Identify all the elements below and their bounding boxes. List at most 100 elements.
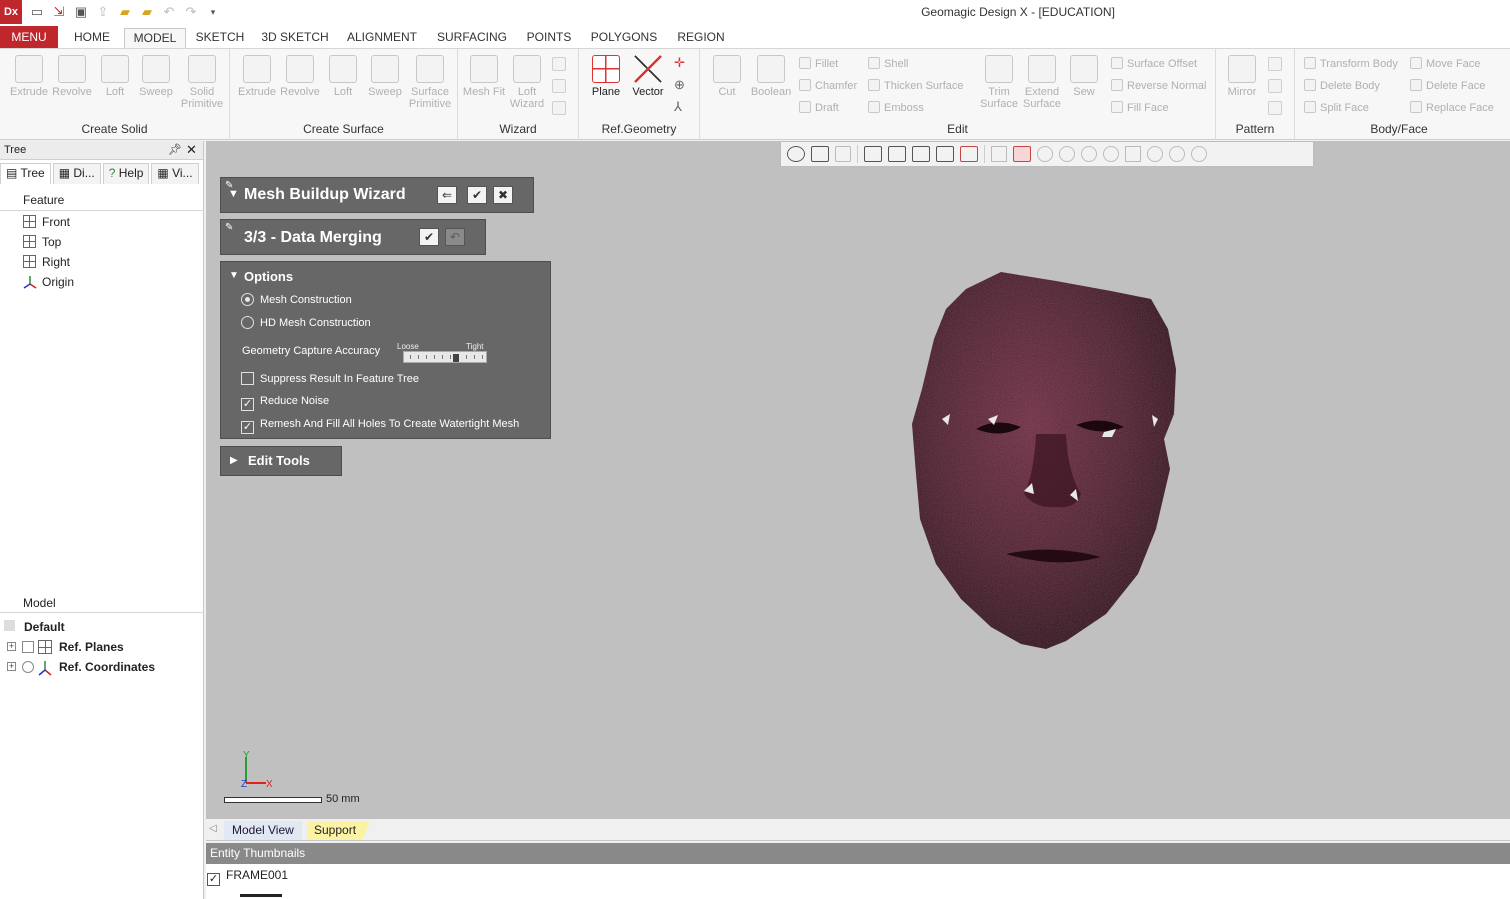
- surface-revolve-button[interactable]: Revolve: [278, 55, 322, 98]
- move-face-button[interactable]: Move Face: [1410, 57, 1480, 70]
- visible-only-icon[interactable]: [1191, 146, 1207, 162]
- mesh-fit-button[interactable]: Mesh Fit: [462, 55, 506, 98]
- surface-extrude-button[interactable]: Extrude: [235, 55, 279, 98]
- step-undo-button[interactable]: ↶: [445, 228, 465, 246]
- surface-select-icon[interactable]: [1147, 146, 1163, 162]
- tab-surfacing[interactable]: SURFACING: [432, 28, 512, 48]
- expand-icon[interactable]: +: [7, 662, 16, 671]
- mesh-construction-radio[interactable]: Mesh Construction: [241, 293, 352, 306]
- tab-menu[interactable]: MENU: [0, 26, 58, 48]
- reduce-noise-checkbox[interactable]: ✓ Reduce Noise: [241, 395, 329, 411]
- tab-model[interactable]: MODEL: [124, 28, 186, 48]
- solid-revolve-button[interactable]: Revolve: [50, 55, 94, 98]
- tab-help[interactable]: ? Help: [102, 163, 150, 184]
- split-view-icon[interactable]: [936, 146, 954, 162]
- tab-polygons[interactable]: POLYGONS: [588, 28, 660, 48]
- pin-icon[interactable]: 📌︎: [168, 143, 182, 156]
- polygon-select-icon[interactable]: [1059, 146, 1075, 162]
- split-face-button[interactable]: Split Face: [1304, 101, 1369, 114]
- solid-sweep-button[interactable]: Sweep: [134, 55, 178, 98]
- face-mesh-model[interactable]: [906, 269, 1196, 659]
- remesh-fill-checkbox[interactable]: ✓ Remesh And Fill All Holes To Create Wat…: [241, 418, 519, 434]
- expand-icon[interactable]: ▶: [230, 455, 238, 466]
- wizard-tool-icon[interactable]: [552, 79, 566, 93]
- surface-primitive-button[interactable]: Surface Primitive: [406, 55, 454, 110]
- tab-view[interactable]: ▦ Vi...: [151, 163, 199, 184]
- cancel-button[interactable]: ✖: [493, 186, 513, 204]
- slider-track[interactable]: [403, 351, 487, 363]
- tab-3d-sketch[interactable]: 3D SKETCH: [256, 28, 334, 48]
- sew-button[interactable]: Sew: [1062, 55, 1106, 98]
- visibility-checkbox[interactable]: [22, 641, 34, 653]
- suppress-result-checkbox[interactable]: Suppress Result In Feature Tree: [241, 372, 419, 385]
- tree-item-right[interactable]: Right: [23, 253, 70, 271]
- radio-unselected[interactable]: [241, 316, 254, 329]
- view-cube-icon[interactable]: [811, 146, 829, 162]
- tab-display[interactable]: ▦ Di...: [52, 163, 101, 184]
- transform-body-button[interactable]: Transform Body: [1304, 57, 1398, 70]
- replace-face-button[interactable]: Replace Face: [1410, 101, 1494, 114]
- close-icon[interactable]: ✕: [186, 142, 197, 158]
- loft-wizard-button[interactable]: Loft Wizard: [505, 55, 549, 110]
- thicken-surface-button[interactable]: Thicken Surface: [868, 79, 963, 92]
- line-select-icon[interactable]: [991, 146, 1007, 162]
- fill-face-button[interactable]: Fill Face: [1111, 101, 1169, 114]
- 3d-viewport[interactable]: ✎ ▼ Mesh Buildup Wizard ⇐ ✔ ✖ ✎ 3/3 - Da…: [206, 141, 1510, 819]
- tab-model-view[interactable]: Model View: [224, 821, 302, 840]
- tab-support[interactable]: Support: [307, 821, 371, 840]
- thumbnail-preview[interactable]: [240, 894, 282, 897]
- emboss-button[interactable]: Emboss: [868, 101, 924, 114]
- curve-pattern-icon[interactable]: [1268, 101, 1282, 115]
- slider-thumb[interactable]: [453, 354, 459, 362]
- expand-icon[interactable]: +: [7, 642, 16, 651]
- model-item-ref-planes[interactable]: + Ref. Planes: [0, 637, 204, 657]
- checkbox-unchecked[interactable]: [241, 372, 254, 385]
- circle-select-icon[interactable]: [1037, 146, 1053, 162]
- thumbnail-item[interactable]: ✓ FRAME001: [206, 868, 288, 886]
- tab-points[interactable]: POINTS: [522, 28, 576, 48]
- checkbox-checked[interactable]: ✓: [241, 398, 254, 411]
- flood-select-icon[interactable]: [1169, 146, 1185, 162]
- collapse-icon[interactable]: ▼: [228, 188, 239, 200]
- model-default[interactable]: Default: [0, 617, 204, 637]
- scroll-left-icon[interactable]: ◁: [209, 823, 217, 834]
- pin-icon[interactable]: ✎: [225, 222, 233, 233]
- linear-pattern-icon[interactable]: [1268, 57, 1282, 71]
- fillet-button[interactable]: Fillet: [799, 57, 838, 70]
- align-view-icon[interactable]: [960, 146, 978, 162]
- wizard-tool-icon[interactable]: [552, 101, 566, 115]
- step-ok-button[interactable]: ✔: [419, 228, 439, 246]
- normal-view-icon[interactable]: [912, 146, 930, 162]
- cut-button[interactable]: Cut: [705, 55, 749, 98]
- delete-body-button[interactable]: Delete Body: [1304, 79, 1380, 92]
- shading-icon[interactable]: [835, 146, 851, 162]
- solid-extrude-button[interactable]: Extrude: [7, 55, 51, 98]
- solid-loft-button[interactable]: Loft: [93, 55, 137, 98]
- front-view-icon[interactable]: [864, 146, 882, 162]
- tab-alignment[interactable]: ALIGNMENT: [342, 28, 422, 48]
- surface-sweep-button[interactable]: Sweep: [363, 55, 407, 98]
- shell-button[interactable]: Shell: [868, 57, 908, 70]
- hd-mesh-construction-radio[interactable]: HD Mesh Construction: [241, 316, 371, 329]
- delete-face-button[interactable]: Delete Face: [1410, 79, 1485, 92]
- paint-select-icon[interactable]: [1103, 146, 1119, 162]
- tab-home[interactable]: HOME: [64, 28, 120, 48]
- vector-button[interactable]: Vector: [626, 55, 670, 98]
- boolean-button[interactable]: Boolean: [749, 55, 793, 98]
- axis-icon[interactable]: ⅄: [674, 99, 682, 115]
- edit-tools-panel[interactable]: ▶ Edit Tools: [220, 446, 342, 476]
- ok-button[interactable]: ✔: [467, 186, 487, 204]
- collapse-icon[interactable]: ▼: [229, 270, 239, 281]
- chamfer-button[interactable]: Chamfer: [799, 79, 857, 92]
- surface-loft-button[interactable]: Loft: [321, 55, 365, 98]
- model-item-ref-coordinates[interactable]: + Ref. Coordinates: [0, 657, 204, 677]
- reverse-normal-button[interactable]: Reverse Normal: [1111, 79, 1206, 92]
- section-view-icon[interactable]: [888, 146, 906, 162]
- tab-tree[interactable]: ▤ Tree: [0, 163, 51, 184]
- lasso-select-icon[interactable]: [1081, 146, 1097, 162]
- radio-selected[interactable]: [241, 293, 254, 306]
- tree-item-origin[interactable]: Origin: [23, 273, 74, 291]
- rectangle-select-icon[interactable]: [1013, 146, 1031, 162]
- draft-button[interactable]: Draft: [799, 101, 839, 114]
- trim-surface-button[interactable]: Trim Surface: [977, 55, 1021, 110]
